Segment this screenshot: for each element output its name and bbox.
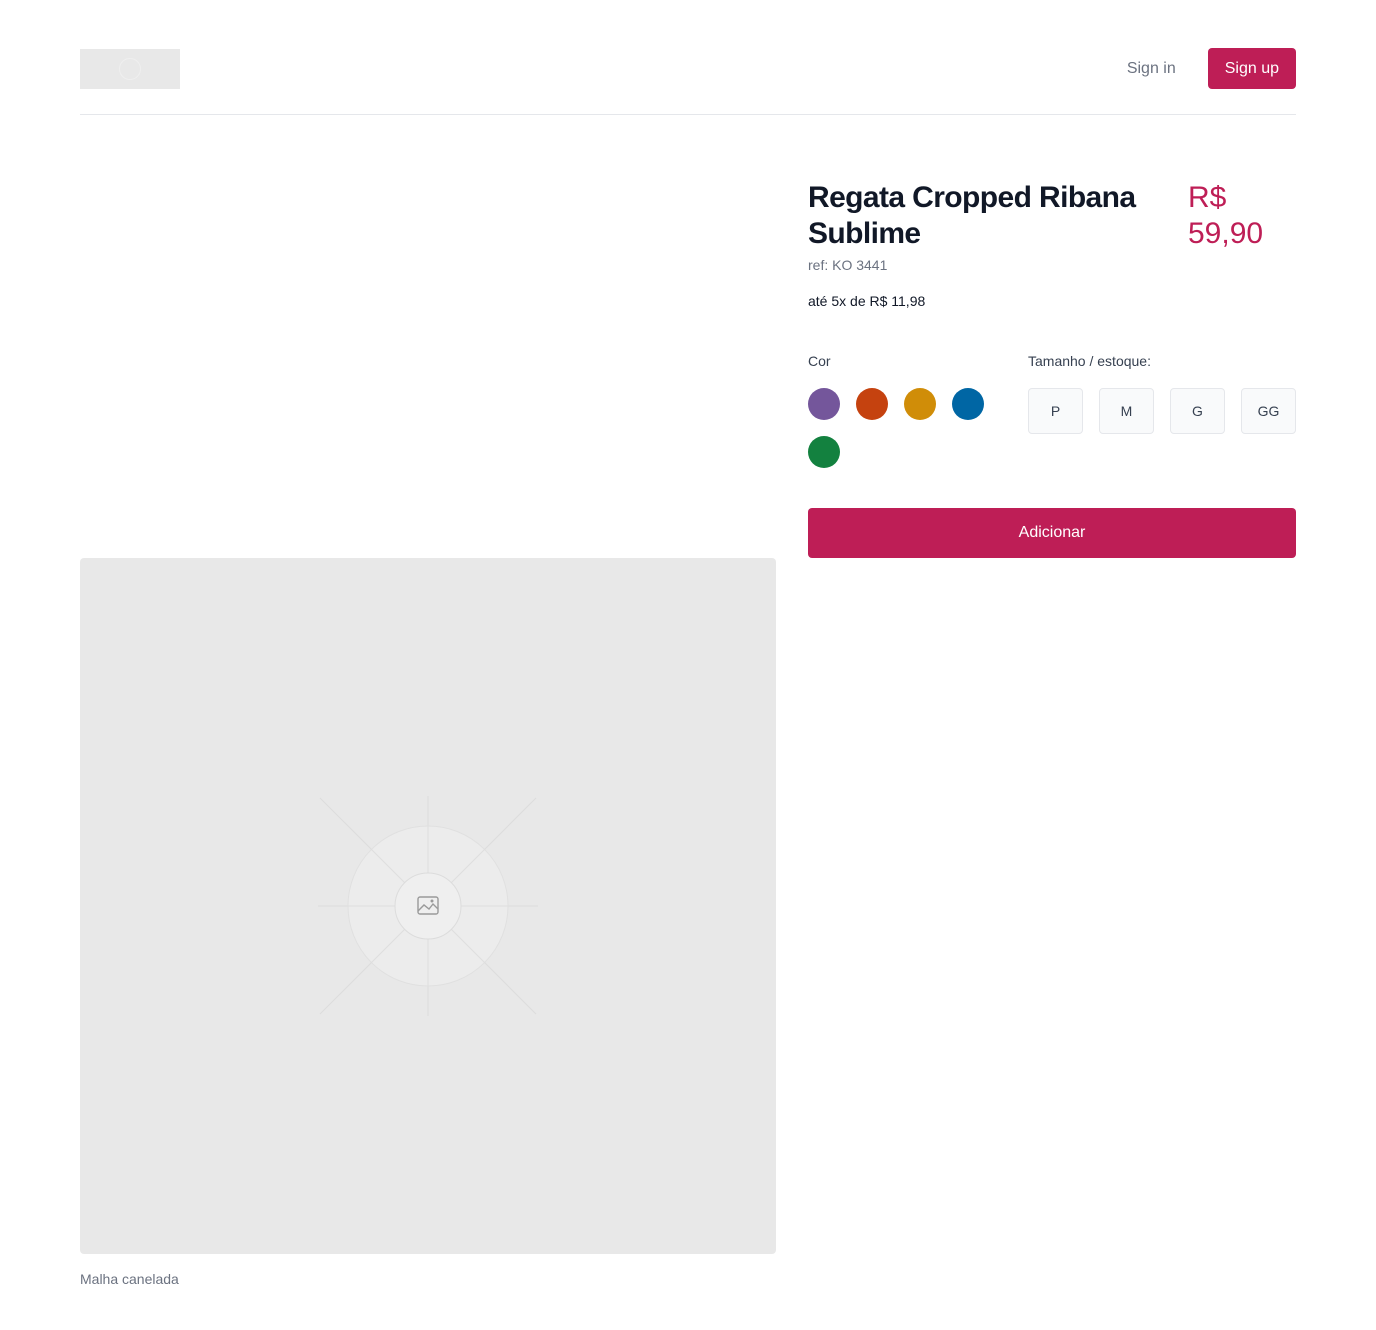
logo-placeholder-icon — [119, 58, 141, 80]
size-label: Tamanho / estoque: — [1028, 353, 1151, 369]
size-options: P M G GG — [1028, 388, 1296, 434]
size-button-m[interactable]: M — [1099, 388, 1154, 434]
sign-in-link[interactable]: Sign in — [1127, 60, 1176, 78]
product-image[interactable] — [80, 558, 776, 1254]
sign-up-button[interactable]: Sign up — [1207, 48, 1296, 89]
add-to-cart-button[interactable]: Adicionar — [808, 508, 1296, 558]
color-label: Cor — [808, 353, 831, 369]
size-button-gg[interactable]: GG — [1241, 388, 1296, 434]
color-swatch-purple[interactable] — [808, 388, 840, 420]
product-title: Regata Cropped Ribana Sublime — [808, 181, 1136, 250]
color-swatches — [808, 388, 1008, 468]
site-header: Sign in Sign up — [80, 48, 1296, 115]
image-placeholder-icon — [318, 796, 538, 1016]
installments-text: até 5x de R$ 11,98 — [808, 293, 926, 309]
size-button-g[interactable]: G — [1170, 388, 1225, 434]
image-caption: Malha canelada — [80, 1271, 179, 1287]
header-nav: Sign in Sign up — [1127, 48, 1296, 89]
color-swatch-blue[interactable] — [952, 388, 984, 420]
product-ref: ref: KO 3441 — [808, 257, 888, 273]
logo[interactable] — [80, 49, 180, 89]
size-button-p[interactable]: P — [1028, 388, 1083, 434]
color-swatch-green[interactable] — [808, 436, 840, 468]
color-swatch-orange[interactable] — [856, 388, 888, 420]
product-price: R$ 59,90 — [1188, 181, 1264, 250]
color-swatch-gold[interactable] — [904, 388, 936, 420]
